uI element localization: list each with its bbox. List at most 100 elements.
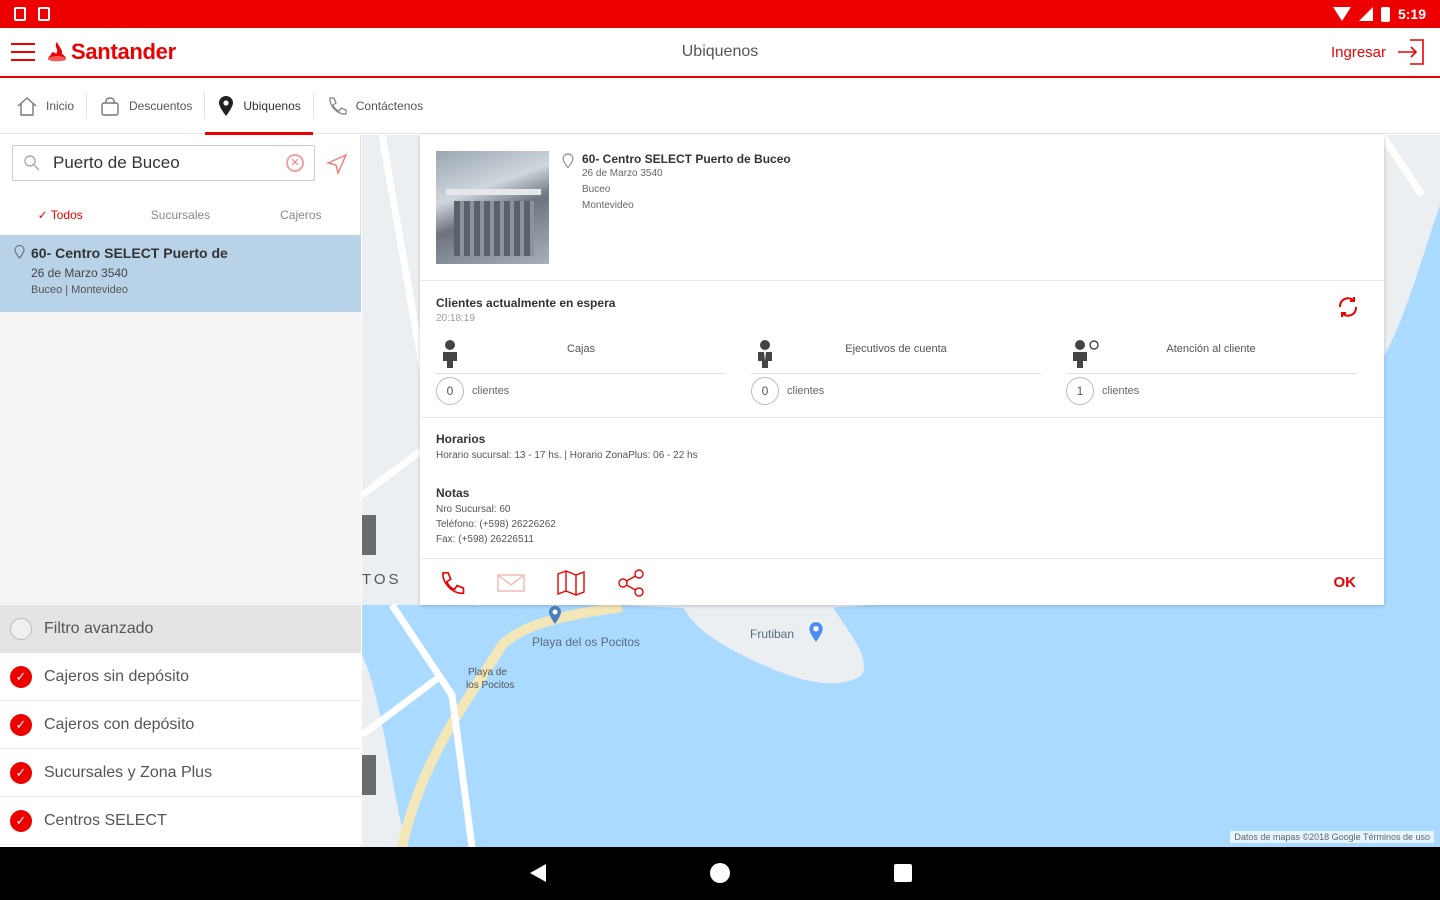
refresh-icon[interactable] <box>1336 295 1360 319</box>
filter-cajeros[interactable]: Cajeros <box>241 208 361 222</box>
tab-contactenos[interactable]: Contáctenos <box>314 78 435 134</box>
waiting-title: Clientes actualmente en espera <box>436 296 616 310</box>
tab-label: Inicio <box>46 98 75 113</box>
brand-name: Santander <box>71 39 176 64</box>
filter-item-label: Cajeros sin depósito <box>44 667 189 685</box>
filter-todos[interactable]: ✓ Todos <box>0 208 120 222</box>
back-icon[interactable] <box>530 864 546 882</box>
login-icon <box>1398 39 1424 65</box>
checkmark-icon: ✓ <box>10 665 32 688</box>
checkmark-icon: ✓ <box>10 713 32 736</box>
main-tabs: Inicio Descuentos Ubiquenos Contáctenos <box>0 78 1440 135</box>
email-icon[interactable] <box>496 569 526 597</box>
login-label: Ingresar <box>1330 43 1386 61</box>
waiting-cajas: Cajas 0 clientes <box>436 335 726 410</box>
filter-label: Cajeros <box>280 208 322 222</box>
menu-icon[interactable] <box>11 43 35 61</box>
filter-item-label: Cajeros con depósito <box>44 715 195 733</box>
left-panel: ✕ ✓ Todos Sucursales Cajeros 60- Centro … <box>0 135 361 847</box>
notification-icon <box>14 7 26 21</box>
advanced-filter-header[interactable]: Filtro avanzado <box>0 605 361 653</box>
waiting-time: 20:18:19 <box>436 313 475 324</box>
status-bar: 5:19 <box>0 0 1440 28</box>
tab-label: Ubiquenos <box>243 98 301 113</box>
map-label-tos: TOS <box>362 571 402 588</box>
tab-label: Descuentos <box>129 98 193 113</box>
map-label-frutiban: Frutiban <box>750 627 795 641</box>
share-icon[interactable] <box>616 568 646 598</box>
notes-title: Notas <box>436 486 470 500</box>
divider <box>420 417 1384 418</box>
app-bar: Santander Ubiquenos Ingresar <box>0 28 1440 78</box>
tab-label: Contáctenos <box>355 98 424 113</box>
notes-line: Fax: (+598) 26226511 <box>436 534 534 545</box>
search-input[interactable] <box>53 153 286 173</box>
clear-search-button[interactable]: ✕ <box>286 154 304 172</box>
map-label-playa: Playa del os Pocitos <box>532 635 641 649</box>
tab-ubiquenos[interactable]: Ubiquenos <box>205 78 314 135</box>
tab-descuentos[interactable]: Descuentos <box>87 78 204 134</box>
waiting-label: Atención al cliente <box>1166 343 1256 355</box>
brand-logo[interactable]: Santander <box>47 39 176 65</box>
hours-text: Horario sucursal: 13 - 17 hs. | Horario … <box>436 450 698 461</box>
radio-icon <box>10 618 32 640</box>
flame-icon <box>48 42 66 62</box>
map-pin-icon[interactable] <box>548 605 562 625</box>
ok-button[interactable]: OK <box>1334 574 1357 591</box>
waiting-label: Cajas <box>566 343 596 355</box>
card-actions <box>420 560 1384 605</box>
result-list-item[interactable]: 60- Centro SELECT Puerto de 26 de Marzo … <box>0 235 361 312</box>
branch-neighborhood: Buceo <box>582 184 611 195</box>
type-filters: ✓ Todos Sucursales Cajeros <box>0 195 361 235</box>
filter-sucursales-zona-plus[interactable]: ✓ Sucursales y Zona Plus <box>0 749 361 797</box>
map-label-playa2-line1: Playa de <box>468 667 507 678</box>
map-icon[interactable] <box>556 569 586 597</box>
filter-centros-select[interactable]: ✓ Centros SELECT <box>0 797 361 845</box>
notification-icon <box>38 7 50 21</box>
filter-cajeros-sin-deposito[interactable]: ✓ Cajeros sin depósito <box>0 653 361 701</box>
battery-icon <box>1380 6 1390 22</box>
navigation-bar <box>0 847 1440 900</box>
shopping-bag-icon <box>101 96 119 116</box>
notes-line: Nro Sucursal: 60 <box>436 504 511 515</box>
branch-title: 60- Centro SELECT Puerto de Buceo <box>582 152 791 166</box>
waiting-label: Ejecutivos de cuenta <box>845 343 947 355</box>
home-icon <box>17 96 37 116</box>
waiting-count: 1 <box>1066 377 1094 405</box>
advanced-filter-title: Filtro avanzado <box>44 620 154 637</box>
waiting-unit: clientes <box>1102 385 1140 397</box>
home-button-icon[interactable] <box>710 863 730 883</box>
navigate-arrow-icon[interactable] <box>326 153 348 175</box>
check-icon: ✓ <box>37 208 51 222</box>
recent-apps-icon[interactable] <box>894 864 912 882</box>
result-city: Buceo | Montevideo <box>31 284 129 296</box>
filter-cajeros-con-deposito[interactable]: ✓ Cajeros con depósito <box>0 701 361 749</box>
login-button[interactable]: Ingresar <box>1331 38 1426 66</box>
filter-item-label: Centros SELECT <box>44 811 167 829</box>
phone-icon <box>329 96 347 115</box>
filter-sucursales[interactable]: Sucursales <box>120 208 240 222</box>
result-address: 26 de Marzo 3540 <box>31 266 128 280</box>
filter-item-label: Sucursales y Zona Plus <box>44 763 213 781</box>
divider <box>420 280 1384 281</box>
signal-icon <box>1358 7 1373 21</box>
waiting-ejecutivos: Ejecutivos de cuenta 0 clientes <box>751 335 1041 410</box>
filter-label: Todos <box>50 208 83 222</box>
tab-inicio[interactable]: Inicio <box>4 78 86 134</box>
waiting-count: 0 <box>751 377 779 405</box>
phone-icon[interactable] <box>438 569 466 597</box>
wifi-icon <box>1332 7 1351 21</box>
location-pin-icon <box>562 153 574 169</box>
waiting-atencion: Atención al cliente 1 clientes <box>1066 335 1356 410</box>
branch-city: Montevideo <box>582 200 634 211</box>
filter-label: Sucursales <box>150 208 211 222</box>
location-pin-icon <box>219 95 234 116</box>
waiting-unit: clientes <box>472 385 510 397</box>
waiting-unit: clientes <box>787 385 825 397</box>
search-icon <box>24 155 40 171</box>
status-time: 5:19 <box>1397 6 1426 22</box>
map-pin-icon[interactable] <box>808 621 824 643</box>
map-attribution: Datos de mapas ©2018 Google Términos de … <box>1230 831 1434 843</box>
checkmark-icon: ✓ <box>10 809 32 832</box>
result-title: 60- Centro SELECT Puerto de <box>31 245 228 261</box>
